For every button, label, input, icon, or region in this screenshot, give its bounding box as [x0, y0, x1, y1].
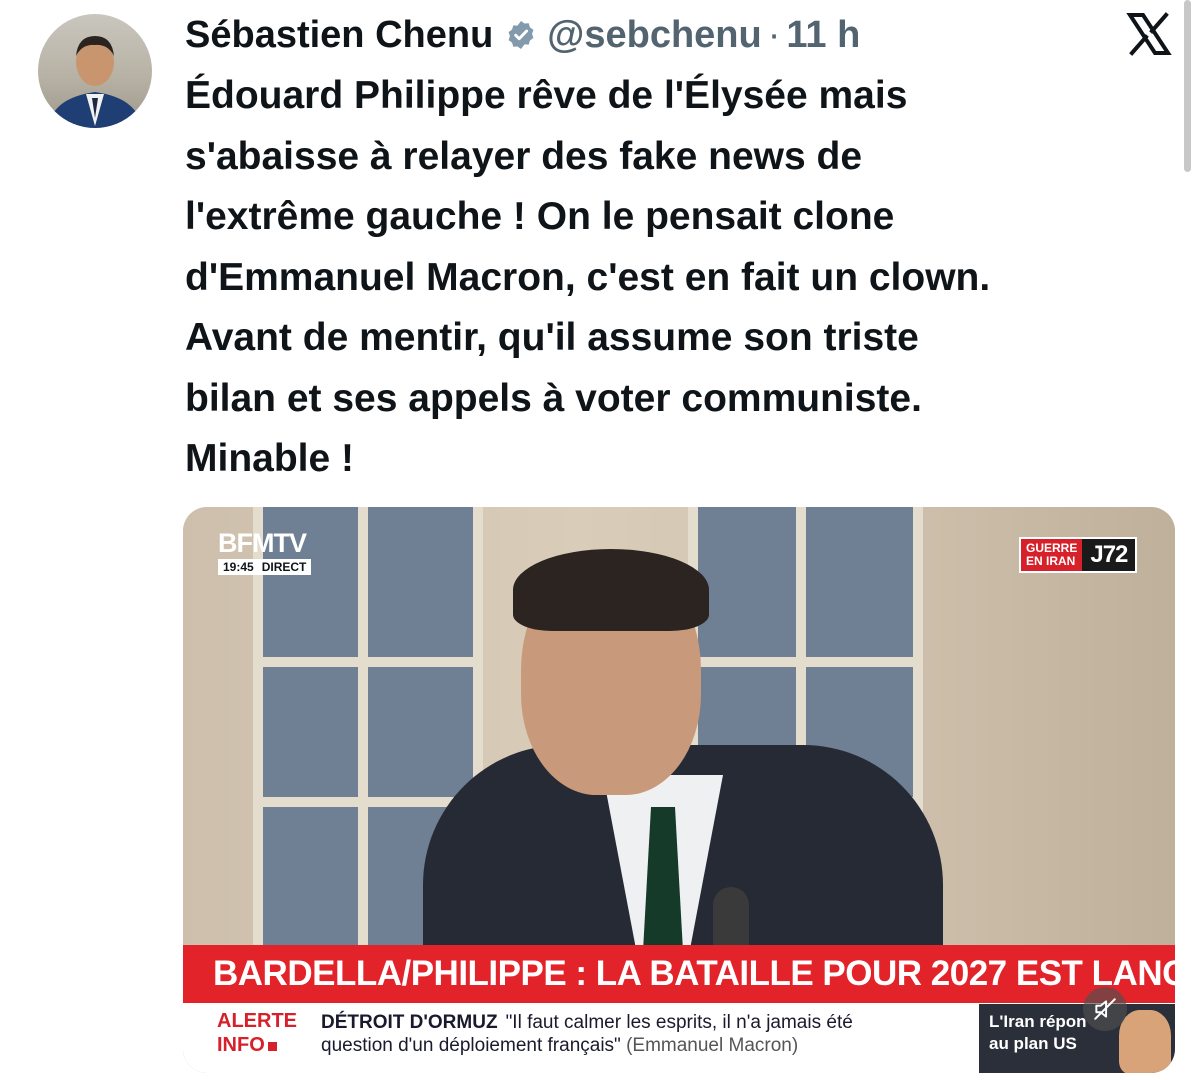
- author-handle[interactable]: @sebchenu: [547, 14, 761, 57]
- separator-dot: ·: [767, 13, 781, 56]
- alert-label: ALERTE INFO: [217, 1009, 297, 1057]
- tweet-video[interactable]: BFMTV 19:45 DIRECT GUERRE EN IRAN J72 BA…: [183, 507, 1175, 1073]
- x-logo-icon[interactable]: [1125, 10, 1173, 58]
- tweet-timestamp[interactable]: 11 h: [786, 14, 860, 57]
- thumbnail-line: au plan US: [989, 1034, 1077, 1053]
- alert-body: DÉTROIT D'ORMUZ "Il faut calmer les espri…: [321, 1011, 853, 1057]
- live-label: DIRECT: [261, 560, 307, 574]
- headline-banner: BARDELLA/PHILIPPE : LA BATAILLE POUR 202…: [183, 945, 1175, 1003]
- channel-logo: BFMTV 19:45 DIRECT: [218, 528, 312, 575]
- avatar-portrait: [48, 36, 142, 128]
- author-avatar[interactable]: [38, 14, 152, 128]
- tweet-text: Édouard Philippe rêve de l'Élysée mais s…: [185, 66, 1175, 490]
- channel-name: BFMTV: [218, 528, 307, 558]
- verified-badge-icon: [505, 19, 537, 51]
- tweet-text-line: Édouard Philippe rêve de l'Élysée mais: [185, 74, 908, 117]
- thumbnail-line: L'Iran répon: [989, 1012, 1087, 1031]
- alert-quote: "Il faut calmer les esprits, il n'a jama…: [505, 1012, 853, 1033]
- alert-label-line: ALERTE: [217, 1010, 297, 1032]
- author-name[interactable]: Sébastien Chenu: [185, 14, 493, 57]
- live-indicator: 19:45 DIRECT: [218, 559, 312, 575]
- muted-speaker-icon[interactable]: [1083, 987, 1127, 1031]
- badge-line: EN IRAN: [1026, 554, 1076, 568]
- tweet-text-line: s'abaisse à relayer des fake news de: [185, 134, 863, 178]
- speaker-hair: [513, 549, 709, 631]
- tweet-text-line: bilan et ses appels à voter communiste.: [185, 376, 922, 420]
- thumbnail-face: [1119, 1010, 1171, 1073]
- alert-label-line: INFO: [217, 1034, 265, 1056]
- headline-text: BARDELLA/PHILIPPE : LA BATAILLE POUR 202…: [213, 954, 1175, 993]
- tweet-text-line: d'Emmanuel Macron, c'est en fait un clow…: [185, 255, 991, 299]
- tweet-text-line: Avant de mentir, qu'il assume son triste: [185, 316, 919, 359]
- tweet-header: Sébastien Chenu @sebchenu · 11 h: [185, 12, 860, 58]
- scrollbar[interactable]: [1184, 0, 1191, 172]
- alert-topic: DÉTROIT D'ORMUZ: [321, 1012, 498, 1033]
- alert-square-icon: [267, 1042, 277, 1051]
- badge-day: J72: [1090, 541, 1128, 568]
- tweet-text-line: l'extrême gauche ! On le pensait clone: [185, 195, 895, 238]
- broadcast-clock: 19:45: [223, 560, 254, 574]
- tweet-text-line: Minable !: [185, 437, 355, 480]
- next-segment-thumbnail: L'Iran répon au plan US: [979, 1004, 1175, 1073]
- alert-attribution: (Emmanuel Macron): [626, 1035, 799, 1056]
- war-day-badge: GUERRE EN IRAN J72: [1019, 537, 1138, 573]
- alert-quote: question d'un déploiement français": [321, 1035, 621, 1056]
